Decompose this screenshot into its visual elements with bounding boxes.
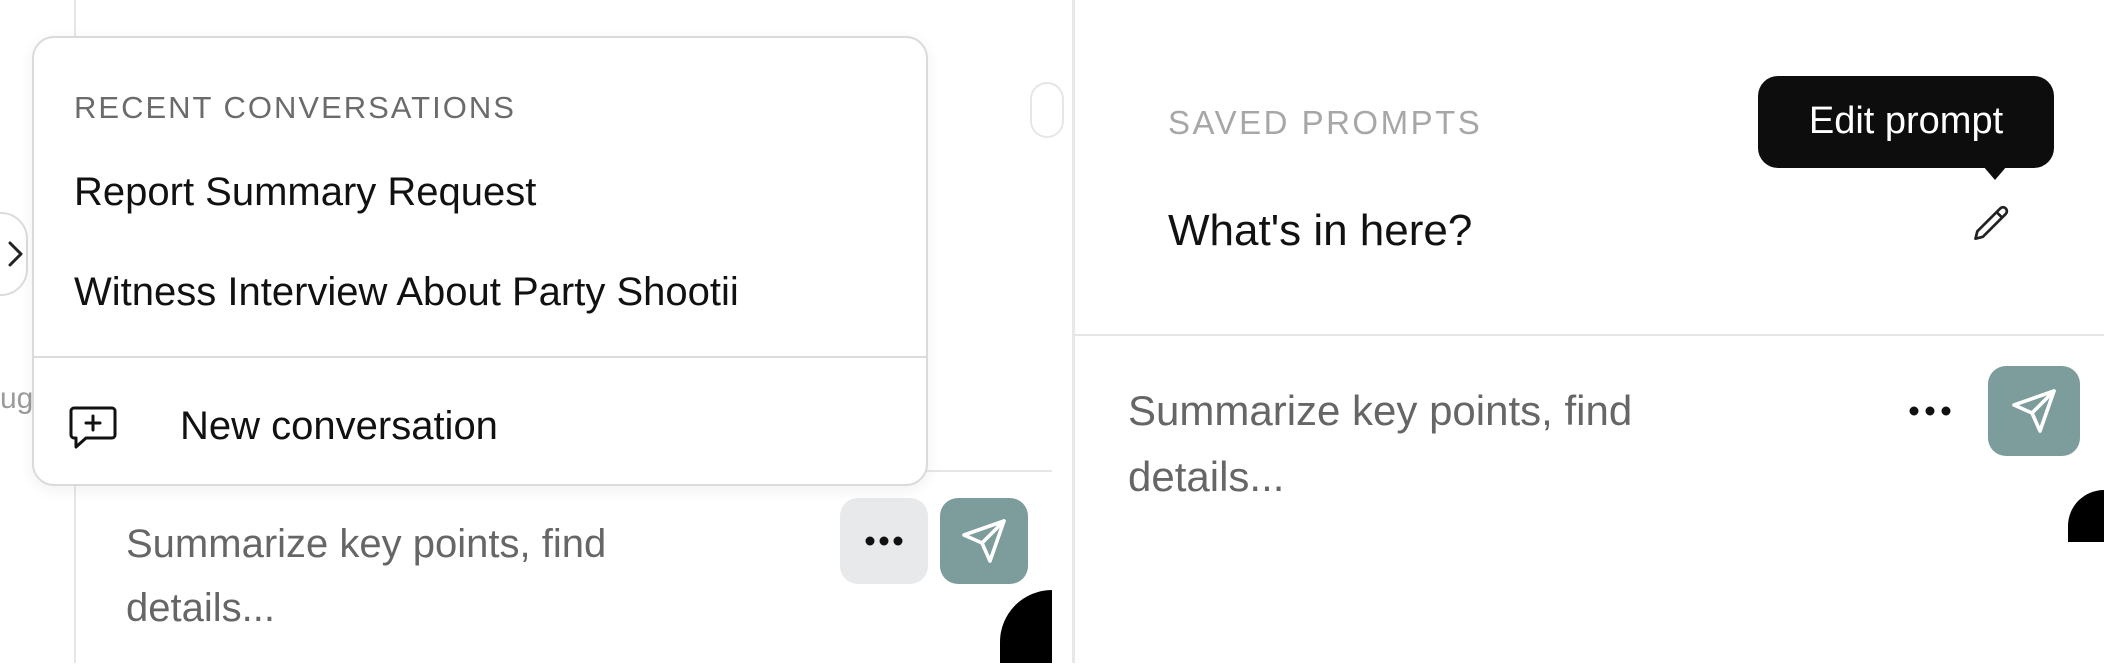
new-conversation-label: New conversation [180, 404, 498, 448]
menu-heading: RECENT CONVERSATIONS [74, 90, 516, 125]
chevron-right-icon [8, 241, 23, 267]
tooltip-text: Edit prompt [1808, 100, 2004, 142]
message-input[interactable]: Summarize key points, find details... [126, 512, 726, 640]
saved-prompt-item[interactable]: What's in here? [1168, 206, 1472, 256]
message-input[interactable]: Summarize key points, find details... [1128, 378, 1748, 510]
recent-conversations-menu: RECENT CONVERSATIONS Report Summary Requ… [32, 36, 928, 486]
saved-prompts-heading: SAVED PROMPTS [1168, 104, 1483, 141]
edit-prompt-tooltip: Edit prompt [1758, 76, 2054, 168]
clipped-text: ug [0, 382, 34, 415]
more-horizontal-icon [1909, 406, 1951, 416]
send-button[interactable] [940, 498, 1028, 584]
menu-divider [34, 356, 926, 358]
pencil-icon [1974, 205, 2009, 241]
background-button [1030, 82, 1064, 138]
more-options-button[interactable] [840, 498, 928, 584]
new-conversation-button[interactable]: New conversation [68, 398, 568, 458]
send-icon [962, 519, 1006, 563]
tooltip-arrow [1983, 166, 2007, 180]
expand-sidebar-button[interactable] [0, 212, 28, 296]
send-icon [2012, 389, 2056, 433]
composer-divider [1075, 334, 2104, 336]
new-message-icon [69, 406, 117, 449]
conversation-item[interactable]: Witness Interview About Party Shootii [74, 270, 864, 315]
conversation-item[interactable]: Report Summary Request [74, 170, 864, 215]
edit-prompt-button[interactable] [1970, 202, 2020, 252]
more-horizontal-icon [865, 536, 903, 546]
more-options-button[interactable] [1890, 380, 1970, 442]
send-button[interactable] [1988, 366, 2080, 456]
